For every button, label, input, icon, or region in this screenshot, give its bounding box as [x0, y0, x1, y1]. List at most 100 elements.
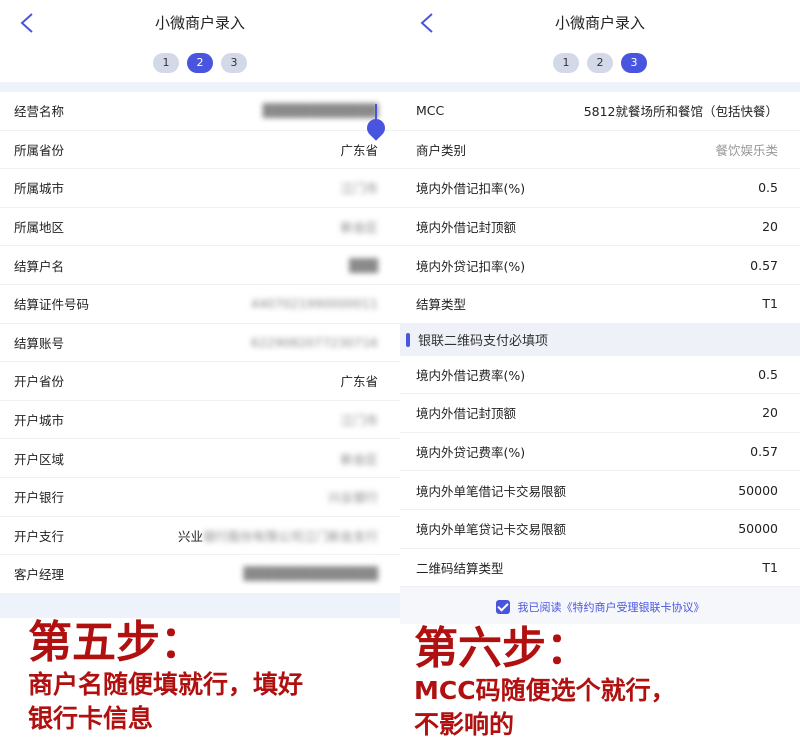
left-header: 小微商户录入: [0, 0, 400, 44]
step-1[interactable]: 1: [153, 53, 179, 73]
form-row[interactable]: 所属地区 新会区: [0, 208, 400, 247]
form-row[interactable]: 境内外借记扣率(%) 0.5: [400, 169, 800, 208]
agreement-text[interactable]: 我已阅读《特约商户受理银联卡协议》: [518, 599, 705, 615]
left-caption-line1: 商户名随便填就行，填好: [28, 670, 304, 699]
step-indicator: 1 2 3: [400, 44, 800, 82]
right-caption-line2: 不影响的: [414, 710, 515, 739]
step-2[interactable]: 2: [187, 53, 213, 73]
qrcode-rate-form: 境内外借记费率(%) 0.5 境内外借记封顶额 20 境内外贷记费率(%) 0.57 境内外…: [400, 355, 800, 588]
field-value[interactable]: 广东省: [340, 140, 378, 159]
section-header: 银联二维码支付必填项: [400, 323, 800, 356]
field-value[interactable]: 6229082077230716: [251, 335, 378, 350]
form-row[interactable]: 开户省份 广东省: [0, 362, 400, 401]
form-row[interactable]: 境内外借记封顶额 20: [400, 208, 800, 247]
field-label: 境内外单笔贷记卡交易限额: [416, 522, 567, 538]
form-row[interactable]: 所属省份 广东省: [0, 131, 400, 170]
field-label: 客户经理: [14, 567, 65, 583]
form-row[interactable]: 境内外借记费率(%) 0.5: [400, 356, 800, 395]
field-label: 开户银行: [14, 490, 65, 506]
field-label: MCC: [416, 103, 445, 119]
field-value[interactable]: ██████████████: [243, 566, 378, 581]
field-value[interactable]: 50000: [738, 521, 778, 536]
field-value-prefix: 兴业: [177, 528, 203, 544]
field-label: 开户支行: [14, 528, 65, 544]
form-row[interactable]: 二维码结算类型 T1: [400, 549, 800, 588]
field-label: 所属地区: [14, 220, 65, 236]
field-label: 结算户名: [14, 258, 65, 274]
field-label: 境内外借记封顶额: [416, 406, 517, 422]
field-label: 所属城市: [14, 181, 65, 197]
field-label: 境内外借记费率(%): [416, 367, 526, 383]
field-value[interactable]: 江门市: [340, 410, 378, 429]
field-label: 境内外贷记费率(%): [416, 445, 526, 461]
footer-area: [0, 593, 400, 626]
left-caption-line2: 银行卡信息: [28, 704, 154, 733]
form-row[interactable]: 境内外贷记扣率(%) 0.57: [400, 246, 800, 285]
field-value[interactable]: 兴业银行: [328, 487, 378, 506]
field-label: 经营名称: [14, 104, 65, 120]
form-row[interactable]: 经营名称 ████████████: [0, 92, 400, 131]
form-row[interactable]: 结算类型 T1: [400, 285, 800, 324]
field-value[interactable]: 江门市: [340, 178, 378, 197]
field-value-rest: 银行股份有限公司江门新会支行: [202, 528, 378, 544]
field-value[interactable]: 20: [762, 219, 778, 234]
form-row[interactable]: 境内外单笔贷记卡交易限额 50000: [400, 510, 800, 549]
field-value[interactable]: 5812就餐场所和餐馆（包括快餐）: [584, 101, 778, 120]
field-value[interactable]: 0.5: [758, 180, 778, 195]
section-marker: [406, 332, 410, 347]
form-row[interactable]: 境内外借记封顶额 20: [400, 394, 800, 433]
field-value[interactable]: 20: [762, 405, 778, 420]
field-value[interactable]: 0.57: [750, 444, 778, 459]
field-value[interactable]: 广东省: [340, 371, 378, 390]
form-row[interactable]: 境内外单笔借记卡交易限额 50000: [400, 471, 800, 510]
divider: [0, 82, 400, 92]
field-value[interactable]: T1: [762, 560, 778, 575]
page-title: 小微商户录入: [154, 14, 245, 32]
step-2[interactable]: 2: [587, 53, 613, 73]
step-1[interactable]: 1: [553, 53, 579, 73]
field-value[interactable]: ████████████: [263, 103, 378, 118]
field-value[interactable]: 0.57: [750, 258, 778, 273]
step-3[interactable]: 3: [621, 53, 647, 73]
field-label: 商户类别: [416, 142, 467, 158]
field-label: 结算证件号码: [14, 297, 90, 313]
rate-form: MCC 5812就餐场所和餐馆（包括快餐） 商户类别 餐饮娱乐类境内外借记扣率(%) 0…: [400, 92, 800, 324]
merchant-info-form: 经营名称 ████████████ 所属省份 广东省 所属城市 江门市 所属地区 新会区 结算户…: [0, 92, 400, 594]
form-row[interactable]: 结算账号 6229082077230716: [0, 324, 400, 363]
field-value[interactable]: 50000: [738, 483, 778, 498]
left-caption-step: 第五步：: [28, 617, 204, 668]
field-label: 开户城市: [14, 413, 65, 429]
form-row[interactable]: MCC 5812就餐场所和餐馆（包括快餐）: [400, 92, 800, 131]
field-value[interactable]: 新会区: [340, 449, 378, 468]
section-title: 银联二维码支付必填项: [418, 334, 549, 350]
form-row[interactable]: 开户区域 新会区: [0, 439, 400, 478]
form-row[interactable]: 商户类别 餐饮娱乐类: [400, 131, 800, 170]
form-row[interactable]: 所属城市 江门市: [0, 169, 400, 208]
field-value[interactable]: ███: [349, 258, 378, 273]
agreement-row[interactable]: 我已阅读《特约商户受理银联卡协议》: [400, 587, 800, 628]
field-value[interactable]: 4407021990000011: [251, 296, 378, 311]
field-value[interactable]: 餐饮娱乐类: [715, 140, 778, 159]
form-row[interactable]: 结算证件号码 4407021990000011: [0, 285, 400, 324]
form-row[interactable]: 开户城市 江门市: [0, 401, 400, 440]
right-header: 小微商户录入: [400, 0, 800, 44]
field-value[interactable]: 0.5: [758, 367, 778, 382]
field-value[interactable]: 兴业银行股份有限公司江门新会支行: [178, 526, 378, 545]
field-label: 境内外借记封顶额: [416, 220, 517, 236]
field-label: 结算类型: [416, 297, 467, 313]
field-label: 二维码结算类型: [416, 560, 504, 576]
form-row[interactable]: 客户经理 ██████████████: [0, 555, 400, 594]
form-row[interactable]: 结算户名 ███: [0, 246, 400, 285]
field-label: 境内外借记扣率(%): [416, 181, 526, 197]
form-row[interactable]: 境内外贷记费率(%) 0.57: [400, 433, 800, 472]
page-title: 小微商户录入: [554, 14, 645, 32]
form-row[interactable]: 开户支行 兴业银行股份有限公司江门新会支行: [0, 517, 400, 556]
step-3[interactable]: 3: [221, 53, 247, 73]
field-label: 境内外单笔借记卡交易限额: [416, 483, 567, 499]
agreement-checkbox[interactable]: [495, 600, 510, 615]
field-label: 开户区域: [14, 451, 65, 467]
form-row[interactable]: 开户银行 兴业银行: [0, 478, 400, 517]
field-value[interactable]: T1: [762, 296, 778, 311]
field-value[interactable]: 新会区: [340, 217, 378, 236]
field-label: 境内外贷记扣率(%): [416, 258, 526, 274]
